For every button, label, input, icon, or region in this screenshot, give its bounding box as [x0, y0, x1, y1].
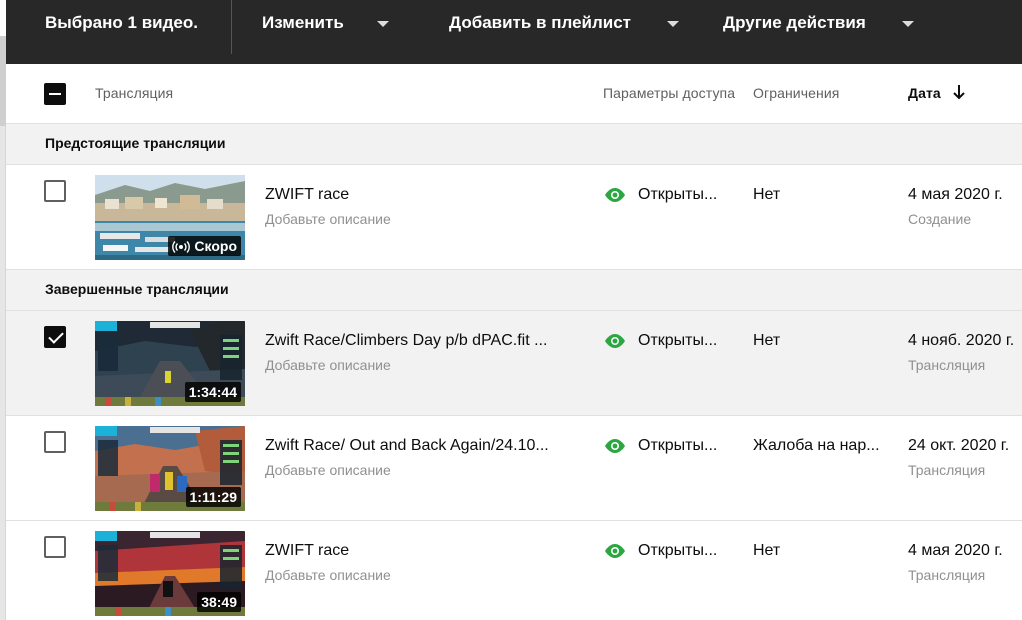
column-header-visibility: Параметры доступа — [603, 85, 736, 101]
section-header-upcoming: Предстоящие трансляции — [6, 124, 1022, 165]
video-thumbnail[interactable]: Скоро — [95, 175, 245, 260]
visibility-value[interactable]: Открыты... — [638, 542, 717, 560]
date-type: Трансляция — [908, 357, 986, 373]
selection-action-bar: Выбрано 1 видео. Изменить Добавить в пле… — [6, 0, 1022, 64]
table-row[interactable]: 1:11:29 Zwift Race/ Out and Back Again/2… — [6, 416, 1022, 521]
edit-dropdown[interactable]: Изменить — [262, 13, 344, 33]
row-checkbox[interactable] — [44, 431, 66, 453]
duration-badge: 1:11:29 — [185, 487, 241, 507]
visibility-value[interactable]: Открыты... — [638, 332, 717, 350]
section-label: Завершенные трансляции — [45, 281, 229, 297]
row-checkbox[interactable] — [44, 180, 66, 202]
eye-icon — [605, 439, 625, 453]
video-description[interactable]: Добавьте описание — [265, 462, 391, 478]
column-header-restrictions: Ограничения — [753, 85, 840, 101]
video-description[interactable]: Добавьте описание — [265, 211, 391, 227]
restrictions-value: Нет — [753, 186, 781, 203]
date-value: 4 мая 2020 г. — [908, 542, 1003, 559]
sort-arrow-down-icon[interactable] — [952, 83, 966, 101]
eye-icon — [605, 334, 625, 348]
video-thumbnail[interactable]: 1:34:44 — [95, 321, 245, 406]
video-title[interactable]: Zwift Race/ Out and Back Again/24.10... — [265, 437, 549, 455]
playlist-chevron-down-icon[interactable] — [667, 21, 679, 27]
section-label: Предстоящие трансляции — [45, 135, 226, 151]
restrictions-value[interactable]: Жалоба на нар... — [753, 437, 880, 455]
duration-badge: Скоро — [168, 236, 241, 256]
restrictions-value: Нет — [753, 542, 781, 559]
live-broadcast-icon — [172, 241, 191, 254]
more-actions-chevron-down-icon[interactable] — [902, 21, 914, 27]
column-header-date[interactable]: Дата — [908, 85, 941, 101]
table-row[interactable]: Скоро ZWIFT race Добавьте описание Откры… — [6, 165, 1022, 270]
action-bar-divider — [231, 0, 232, 54]
edit-chevron-down-icon[interactable] — [377, 21, 389, 27]
eye-icon — [605, 544, 625, 558]
section-header-completed: Завершенные трансляции — [6, 270, 1022, 311]
video-thumbnail[interactable]: 1:11:29 — [95, 426, 245, 511]
visibility-value[interactable]: Открыты... — [638, 186, 717, 204]
duration-badge: 38:49 — [197, 592, 241, 612]
video-title[interactable]: ZWIFT race — [265, 186, 349, 204]
video-description[interactable]: Добавьте описание — [265, 357, 391, 373]
date-value: 4 мая 2020 г. — [908, 186, 1003, 203]
video-title[interactable]: ZWIFT race — [265, 542, 349, 560]
row-checkbox[interactable] — [44, 536, 66, 558]
date-type: Создание — [908, 211, 972, 227]
more-actions-dropdown[interactable]: Другие действия — [723, 13, 866, 33]
selected-count-label: Выбрано 1 видео. — [45, 13, 198, 32]
eye-icon — [605, 188, 625, 202]
date-value: 4 нояб. 2020 г. — [908, 332, 1015, 349]
badge-text: Скоро — [194, 238, 237, 254]
video-title[interactable]: Zwift Race/Climbers Day p/b dPAC.fit ... — [265, 332, 547, 350]
date-type: Трансляция — [908, 462, 986, 478]
visibility-value[interactable]: Открыты... — [638, 437, 717, 455]
table-header: Трансляция Параметры доступа Ограничения… — [6, 64, 1022, 124]
column-header-video: Трансляция — [95, 85, 174, 101]
restrictions-value: Нет — [753, 332, 781, 349]
video-description[interactable]: Добавьте описание — [265, 567, 391, 583]
table-row[interactable]: 38:49 ZWIFT race Добавьте описание Откры… — [6, 521, 1022, 620]
row-checkbox[interactable] — [44, 326, 66, 348]
table-row[interactable]: 1:34:44 Zwift Race/Climbers Day p/b dPAC… — [6, 311, 1022, 416]
date-type: Трансляция — [908, 567, 986, 583]
date-value: 24 окт. 2020 г. — [908, 437, 1010, 454]
duration-badge: 1:34:44 — [184, 382, 241, 402]
video-thumbnail[interactable]: 38:49 — [95, 531, 245, 616]
add-to-playlist-dropdown[interactable]: Добавить в плейлист — [449, 13, 631, 33]
select-all-checkbox[interactable] — [44, 83, 66, 105]
